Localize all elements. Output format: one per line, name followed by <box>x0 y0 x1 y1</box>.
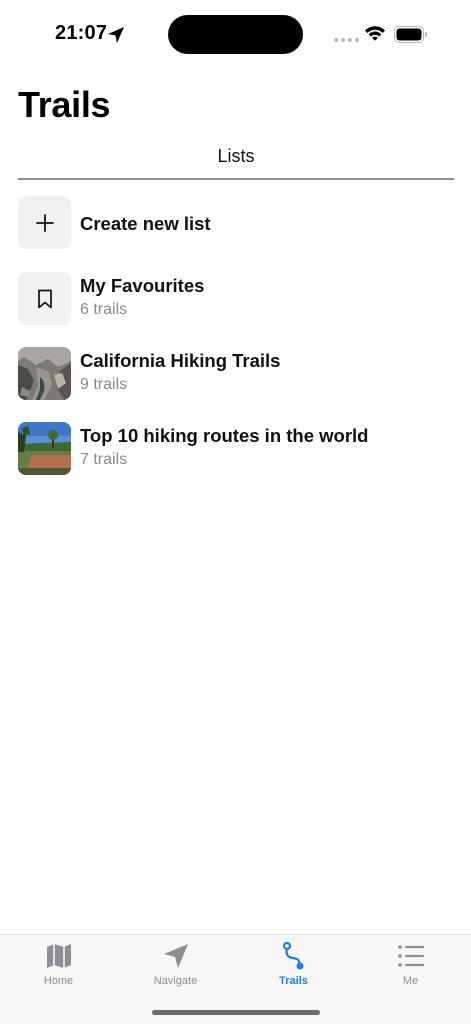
map-icon <box>46 944 71 968</box>
bookmark-icon <box>37 289 52 308</box>
wifi-icon <box>365 26 385 41</box>
tab-trails[interactable]: Trails <box>235 941 352 997</box>
tab-home[interactable]: Home <box>0 941 117 997</box>
route-icon <box>282 941 303 970</box>
create-new-list-label: Create new list <box>80 213 211 234</box>
list-item-title: California Hiking Trails <box>80 350 281 371</box>
list-item-count: 9 trails <box>80 376 128 393</box>
tab-trails-label: Trails <box>279 975 308 987</box>
page-title: Trails <box>18 84 111 125</box>
list-item-title: My Favourites <box>80 275 205 296</box>
list-item-title: Top 10 hiking routes in the world <box>80 425 369 446</box>
create-new-list-button[interactable]: Create new list <box>18 196 454 252</box>
location-arrow-icon <box>108 27 124 43</box>
tab-lists-underline <box>18 178 454 180</box>
list-icon <box>397 945 424 967</box>
list-item[interactable]: California Hiking Trails 9 trails <box>18 347 454 403</box>
status-bar: 21:07 <box>0 0 471 70</box>
tab-navigate[interactable]: Navigate <box>117 941 234 997</box>
tab-me[interactable]: Me <box>352 941 469 997</box>
home-indicator[interactable] <box>152 1010 320 1015</box>
tab-navigate-label: Navigate <box>153 975 198 987</box>
tab-lists[interactable]: Lists <box>18 140 454 180</box>
tab-lists-label: Lists <box>217 146 255 166</box>
tab-me-label: Me <box>402 975 419 987</box>
list-item[interactable]: Top 10 hiking routes in the world 7 trai… <box>18 422 454 478</box>
create-list-thumb <box>18 196 71 249</box>
navigation-arrow-icon <box>163 944 188 968</box>
status-time: 21:07 <box>55 22 108 44</box>
list-thumb <box>18 272 71 325</box>
tab-home-label: Home <box>43 975 74 987</box>
plus-icon <box>35 213 54 232</box>
canyon-photo <box>18 347 71 400</box>
battery-icon <box>394 26 427 43</box>
list-item-count: 7 trails <box>80 451 128 468</box>
list-item-count: 6 trails <box>80 301 128 318</box>
dynamic-island <box>168 15 303 54</box>
landscape-photo <box>18 422 71 475</box>
cellular-signal-icon <box>334 38 359 42</box>
list-item[interactable]: My Favourites 6 trails <box>18 272 454 328</box>
